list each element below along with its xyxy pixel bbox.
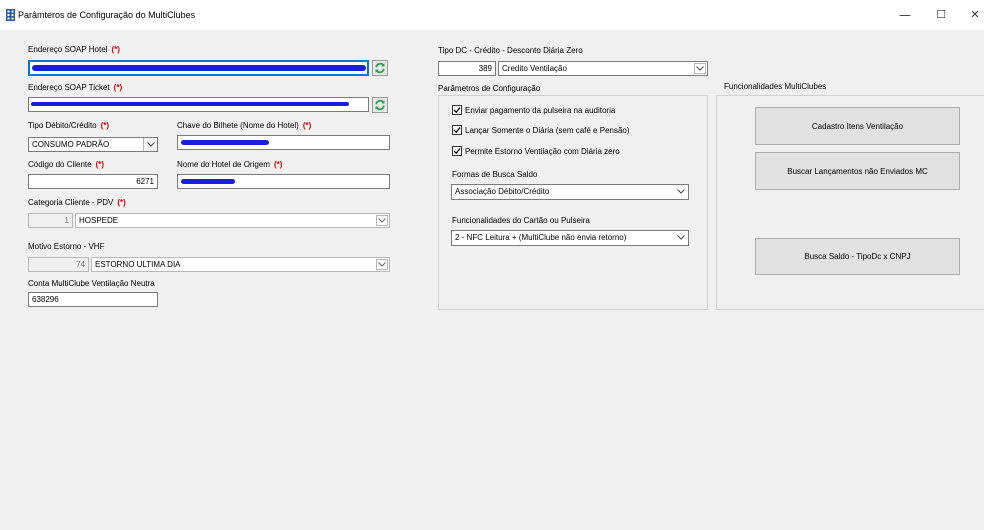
chave-bilhete-label: Chave do Bilhete (Nome do Hotel) (*) — [177, 121, 312, 130]
refresh-icon — [375, 62, 385, 74]
motivo-select[interactable]: ESTORNO ULTIMA DIA — [91, 257, 390, 272]
refresh-soap-ticket-button[interactable] — [372, 97, 388, 113]
conta-input[interactable]: 638296 — [28, 292, 158, 307]
soap-hotel-input[interactable] — [28, 60, 369, 76]
cadastro-itens-button[interactable]: Cadastro Itens Ventilação — [755, 107, 960, 145]
chevron-down-icon — [376, 259, 388, 270]
func-cartao-value: 2 - NFC Leitura + (MultiClube não envia … — [455, 233, 627, 242]
maximize-button[interactable]: ☐ — [926, 6, 956, 24]
check-enviar-pagamento-label: Enviar pagamento da pulseira na auditori… — [465, 105, 616, 115]
chevron-down-icon — [376, 215, 388, 226]
tipo-debito-select[interactable]: CONSUMO PADRÃO — [28, 137, 158, 152]
chevron-down-icon — [143, 138, 157, 151]
checkbox-checked-icon — [452, 105, 462, 115]
refresh-soap-hotel-button[interactable] — [372, 60, 388, 76]
categoria-label: Categoria Cliente - PDV (*) — [28, 198, 126, 207]
chevron-down-icon — [674, 231, 688, 244]
motivo-code-input[interactable]: 74 — [28, 257, 89, 272]
formas-busca-select[interactable]: Associação Débito/Crédito — [451, 184, 689, 200]
nome-hotel-label: Nome do Hotel de Origem (*) — [177, 160, 283, 169]
formas-busca-label: Formas de Busca Saldo — [452, 170, 538, 179]
nome-hotel-input[interactable] — [177, 174, 390, 189]
checkbox-checked-icon — [452, 125, 462, 135]
checkbox-checked-icon — [452, 146, 462, 156]
tipo-dc-code-input[interactable]: 389 — [438, 61, 496, 76]
tipo-dc-select[interactable]: Credito Ventilação — [498, 61, 708, 76]
check-lancar-somente-label: Lançar Somente o Diária (sem café e Pens… — [465, 125, 630, 135]
func-cartao-label: Funcionalidades do Cartão ou Pulseira — [452, 216, 590, 225]
funcionalidades-title: Funcionalidades MultiClubes — [724, 82, 827, 91]
motivo-value: ESTORNO ULTIMA DIA — [95, 260, 181, 269]
close-button[interactable]: ✕ — [960, 6, 984, 24]
categoria-select[interactable]: HOSPEDE — [75, 213, 390, 228]
codigo-cliente-input[interactable]: 6271 — [28, 174, 158, 189]
redacted-text — [181, 140, 269, 145]
window-title: Parâmteros de Configuração do MultiClube… — [18, 10, 196, 20]
tipo-dc-label: Tipo DC - Crédito - Desconto Diária Zero — [438, 46, 583, 55]
soap-ticket-input[interactable] — [28, 97, 369, 112]
refresh-icon — [375, 99, 385, 111]
params-panel-title: Parâmetros de Configuração — [438, 84, 541, 93]
formas-busca-value: Associação Débito/Crédito — [455, 187, 550, 196]
conta-label: Conta MultiClube Ventilação Neutra — [28, 279, 155, 288]
busca-saldo-button[interactable]: Busca Saldo - TipoDc x CNPJ — [755, 238, 960, 275]
buscar-lancamentos-button[interactable]: Buscar Lançamentos não Enviados MC — [755, 152, 960, 190]
soap-hotel-label: Endereço SOAP Hotel (*) — [28, 45, 120, 54]
tipo-debito-value: CONSUMO PADRÃO — [32, 140, 110, 149]
chevron-down-icon — [694, 63, 706, 74]
redacted-text — [32, 65, 366, 71]
chave-bilhete-input[interactable] — [177, 135, 390, 150]
categoria-value: HOSPEDE — [79, 216, 119, 225]
motivo-label: Motivo Estorno - VHF — [28, 242, 105, 251]
check-lancar-somente[interactable]: Lançar Somente o Diária (sem café e Pens… — [452, 125, 630, 135]
codigo-cliente-label: Código do Cliente (*) — [28, 160, 105, 169]
func-cartao-select[interactable]: 2 - NFC Leitura + (MultiClube não envia … — [451, 230, 689, 246]
check-permite-estorno-label: Permite Estorno Ventilação com Diária ze… — [465, 146, 620, 156]
tipo-dc-value: Credito Ventilação — [502, 64, 567, 73]
check-enviar-pagamento[interactable]: Enviar pagamento da pulseira na auditori… — [452, 105, 615, 115]
tipo-debito-label: Tipo Débito/Crédito (*) — [28, 121, 110, 130]
redacted-text — [181, 179, 235, 184]
minimize-button[interactable]: — — [890, 6, 920, 24]
check-permite-estorno[interactable]: Permite Estorno Ventilação com Diária ze… — [452, 146, 620, 156]
soap-ticket-label: Endereço SOAP Ticket (*) — [28, 83, 123, 92]
redacted-text — [31, 102, 349, 106]
chevron-down-icon — [674, 185, 688, 198]
app-icon — [6, 9, 15, 21]
categoria-code-input[interactable]: 1 — [28, 213, 73, 228]
